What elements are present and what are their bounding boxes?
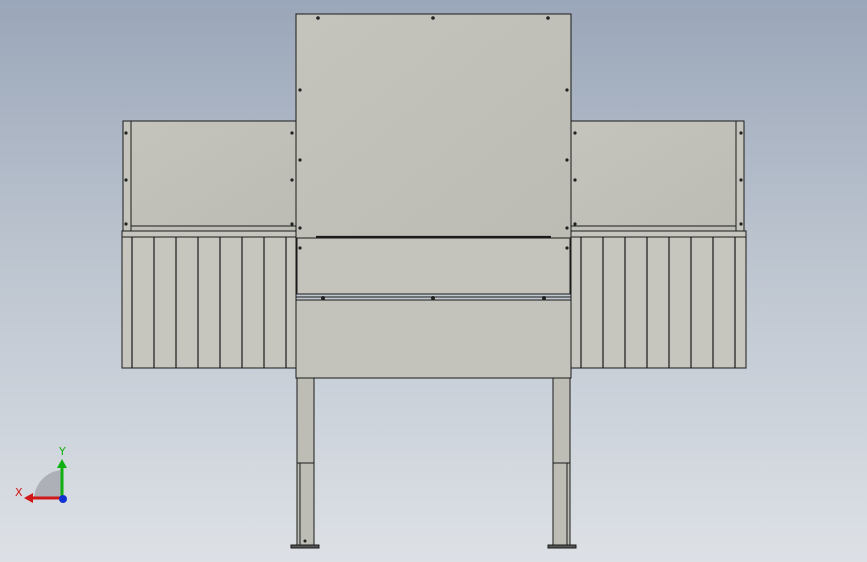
left-wing-assembly (121, 120, 297, 369)
center-base-panel (295, 299, 572, 379)
y-axis-label: Y (58, 445, 66, 458)
right-louvered-panel (570, 230, 747, 369)
axis-triad[interactable]: Y X (15, 445, 67, 503)
center-upper-panel (295, 13, 572, 239)
cad-viewport[interactable]: Y X (0, 0, 867, 562)
center-tower (295, 13, 572, 379)
model-view[interactable]: Y X (0, 0, 867, 562)
x-axis-label: X (15, 486, 23, 499)
left-upper-panel (122, 120, 297, 232)
left-leg (290, 377, 320, 549)
right-leg (547, 377, 577, 549)
center-middle-panel (296, 237, 571, 295)
x-axis-head (24, 493, 33, 503)
right-upper-panel (570, 120, 745, 232)
triad-plane (34, 470, 62, 498)
left-louvered-panel (121, 230, 297, 369)
y-axis-head (57, 459, 67, 468)
right-wing-assembly (570, 120, 747, 369)
z-axis-dot (59, 495, 67, 503)
